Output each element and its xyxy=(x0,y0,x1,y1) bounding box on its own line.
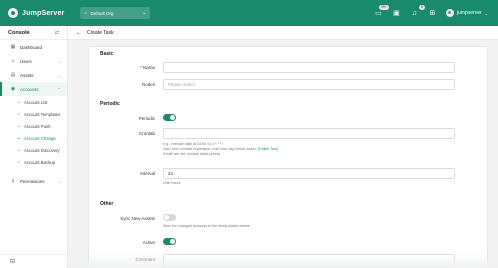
jumpserver-logo-icon xyxy=(8,8,18,18)
sidebar-subitem-label: Account List xyxy=(24,99,48,105)
interval-input[interactable]: 24 xyxy=(163,168,455,179)
sidebar-subitem-label: Account Discovery xyxy=(24,147,60,153)
sidebar-subitem-label: Account Change xyxy=(24,135,56,141)
chevron-down-icon: ⌄ xyxy=(142,10,147,16)
periodic-label: Periodic xyxy=(138,116,155,121)
sidebar-subitem-account-backup[interactable]: • Account Backup xyxy=(0,156,67,168)
sidebar-subitem-label: Account Push xyxy=(24,123,51,129)
chevron-down-icon: ⌄ xyxy=(57,178,61,184)
permissions-icon: ⚷ xyxy=(11,178,15,184)
collapse-sidebar-button[interactable]: ⊟ xyxy=(0,254,67,268)
user-name: jumpserver xyxy=(456,10,482,16)
sidebar-subitem-account-list[interactable]: • Account List xyxy=(0,96,67,108)
section-title-basic: Basic xyxy=(100,51,114,57)
app-logo[interactable]: JumpServer xyxy=(8,8,64,18)
collapse-icon: ⊟ xyxy=(10,259,16,265)
app-window: JumpServer ⌂ Default Org ⌄ ▭ 99+ ▣ ♫ 6 ⊞ xyxy=(0,0,498,268)
chevron-down-icon: ⌄ xyxy=(484,10,488,16)
assets-icon: ▤ xyxy=(10,72,16,78)
name-input[interactable] xyxy=(163,62,455,73)
organization-icon: ⌂ xyxy=(84,10,88,16)
sidebar-item-dashboard[interactable]: ▦ Dashboard xyxy=(0,40,67,54)
users-icon: ☺ xyxy=(10,58,16,64)
app-name: JumpServer xyxy=(22,9,65,17)
toggle-knob xyxy=(170,239,175,244)
main-content: ← Create Task Basic *Name Nodes Please s… xyxy=(68,26,498,268)
top-bar: JumpServer ⌂ Default Org ⌄ ▭ 99+ ▣ ♫ 6 ⊞ xyxy=(0,0,498,26)
sidebar-subitem-account-push[interactable]: • Account Push xyxy=(0,120,67,132)
terminal-icon: ▣ xyxy=(393,10,400,17)
chevron-down-icon: ⌄ xyxy=(57,58,61,64)
sidebar-item-label: Users xyxy=(20,58,32,64)
dashboard-icon: ▦ xyxy=(10,44,16,50)
chevron-up-icon: ⌃ xyxy=(57,86,61,92)
sidebar: Console ⇄ ▦ Dashboard ☺ Users ⌄ ▤ Assets… xyxy=(0,26,68,268)
sidebar-item-label: Dashboard xyxy=(20,44,43,50)
sidebar-subitem-label: Account Backup xyxy=(24,159,56,165)
sidebar-title: Console xyxy=(8,29,30,36)
crontab-input[interactable] xyxy=(163,128,455,139)
interval-value: 24 xyxy=(168,171,174,176)
section-title-periodic: Periodic xyxy=(100,101,120,107)
sidebar-subitem-account-change[interactable]: • Account Change xyxy=(0,132,67,144)
crontab-help: e.g.: execute daily at 03:05 <5 3 * * *>… xyxy=(163,142,278,157)
sync-new-assets-label: Sync New Assets xyxy=(120,216,155,221)
messages-button[interactable]: ♫ 6 xyxy=(410,4,425,18)
sidebar-item-label: Permissions xyxy=(20,178,45,184)
accounts-icon: ◉ xyxy=(10,86,16,92)
nodes-label: Nodes xyxy=(141,82,155,87)
sync-new-assets-toggle[interactable] xyxy=(163,214,176,221)
help-button[interactable]: ⊞ xyxy=(428,9,437,18)
crontab-online-tool-link[interactable]: (Online Tool) xyxy=(258,147,278,151)
organization-select[interactable]: ⌂ Default Org ⌄ xyxy=(80,7,151,19)
crontab-label: Crontab xyxy=(138,131,155,136)
sidebar-item-label: Assets xyxy=(20,72,34,78)
bell-icon: ♫ xyxy=(411,9,418,17)
active-toggle[interactable] xyxy=(163,238,176,245)
page-header: ← Create Task xyxy=(68,26,498,40)
sidebar-item-permissions[interactable]: ⚷ Permissions ⌄ xyxy=(0,174,67,188)
toggle-knob xyxy=(164,215,169,220)
tasks-icon: ▭ xyxy=(375,10,382,17)
interval-label: Interval xyxy=(140,171,155,176)
active-label: Active xyxy=(142,240,155,245)
chevron-down-icon: ⌄ xyxy=(57,72,61,78)
sidebar-item-users[interactable]: ☺ Users ⌄ xyxy=(0,54,67,68)
periodic-toggle[interactable] xyxy=(163,114,176,121)
sidebar-subitem-account-templates[interactable]: • Account Templates xyxy=(0,108,67,120)
tasks-badge: 99+ xyxy=(378,4,389,10)
tasks-button[interactable]: ▭ 99+ xyxy=(374,4,389,18)
sidebar-header: Console ⇄ xyxy=(0,26,67,40)
nodes-select[interactable]: Please select xyxy=(163,79,455,90)
avatar xyxy=(445,9,454,17)
help-icon: ⊞ xyxy=(429,10,436,17)
nodes-placeholder: Please select xyxy=(168,82,195,87)
sidebar-subitem-account-discovery[interactable]: • Account Discovery xyxy=(0,144,67,156)
crontab-help-line-3: If both are set, crontab takes priority xyxy=(163,152,221,156)
name-label: *Name xyxy=(140,65,155,70)
messages-badge: 6 xyxy=(418,4,425,10)
sync-new-assets-help: Sync the changed accounts to the newly a… xyxy=(163,224,250,228)
create-task-form: Basic *Name Nodes Please select Periodic… xyxy=(88,46,488,268)
switch-view-icon[interactable]: ⇄ xyxy=(55,30,59,36)
interval-unit: Unit: hours xyxy=(163,181,181,185)
topbar-actions: ▭ 99+ ▣ ♫ 6 ⊞ jumpserver ⌄ xyxy=(374,4,488,18)
user-menu[interactable]: jumpserver ⌄ xyxy=(445,9,488,17)
page-title: Create Task xyxy=(87,29,114,36)
sidebar-item-assets[interactable]: ▤ Assets ⌄ xyxy=(0,68,67,82)
sidebar-subitem-label: Account Templates xyxy=(24,111,61,117)
web-terminal-button[interactable]: ▣ xyxy=(392,9,401,18)
back-arrow-icon[interactable]: ← xyxy=(76,30,82,36)
sidebar-item-accounts[interactable]: ◉ Accounts ⌃ xyxy=(0,82,67,96)
section-title-other: Other xyxy=(100,201,114,207)
sidebar-nav: ▦ Dashboard ☺ Users ⌄ ▤ Assets ⌄ ◉ Accou… xyxy=(0,40,67,188)
sidebar-item-label: Accounts xyxy=(20,86,39,92)
organization-label: Default Org xyxy=(90,10,114,16)
bottom-fade xyxy=(68,252,498,268)
toggle-knob xyxy=(170,115,175,120)
